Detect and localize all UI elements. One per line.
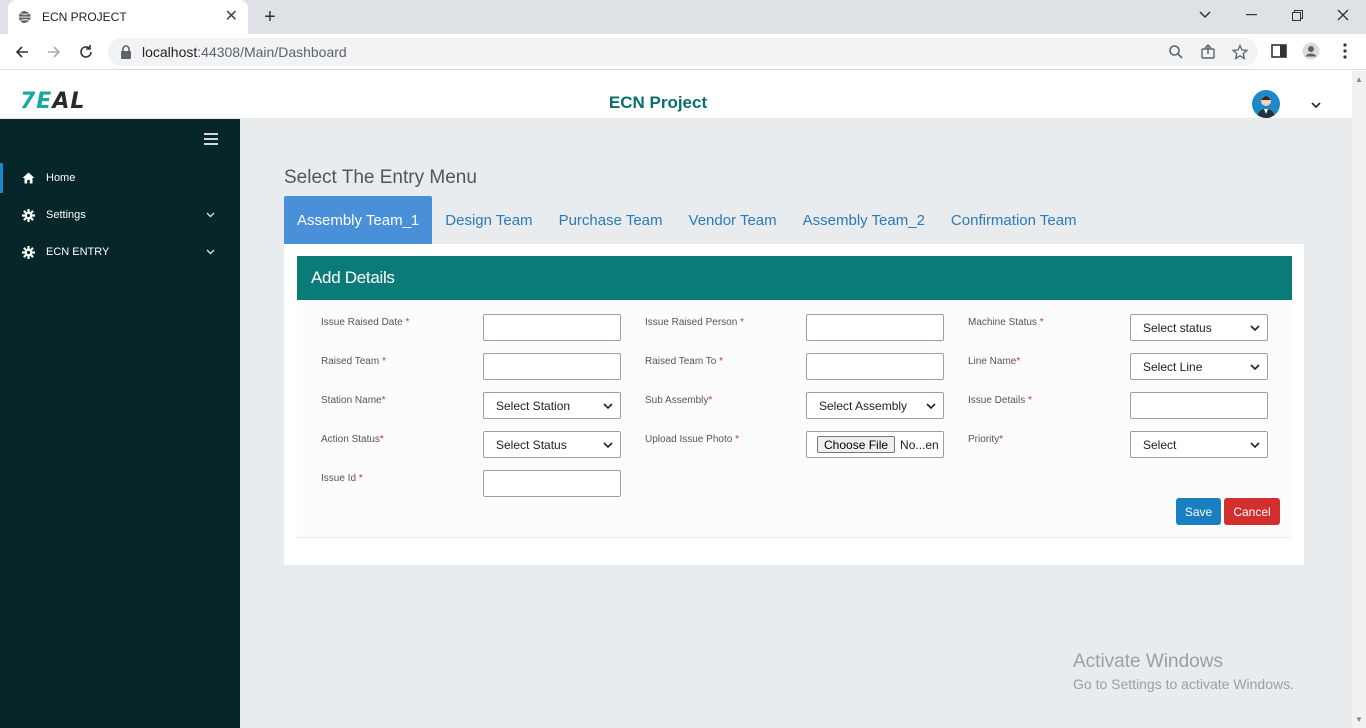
- chevron-down-icon: [1250, 442, 1260, 449]
- priority-label: Priority*: [968, 434, 1004, 445]
- issue-details-label: Issue Details *: [968, 395, 1032, 406]
- main-content: Select The Entry Menu Assembly Team_1 De…: [240, 119, 1352, 728]
- issue-id-label: Issue Id *: [321, 473, 363, 484]
- raised-team-input[interactable]: [483, 353, 621, 380]
- choose-file-button[interactable]: Choose File: [817, 436, 896, 453]
- activate-windows-watermark: Activate Windows Go to Settings to activ…: [1073, 651, 1294, 692]
- machine-status-label: Machine Status *: [968, 317, 1044, 328]
- scroll-up-arrow-icon[interactable]: ▲: [1355, 75, 1363, 84]
- upload-issue-photo-label: Upload Issue Photo *: [645, 434, 739, 445]
- station-name-label: Station Name*: [321, 395, 386, 406]
- chevron-down-icon: [926, 403, 936, 410]
- app-header: 7EAL ECN Project: [0, 71, 1352, 119]
- station-name-select[interactable]: Select Station: [483, 392, 621, 419]
- gear-icon: [22, 245, 35, 259]
- more-menu-icon[interactable]: [1336, 42, 1354, 60]
- card-title: Add Details: [297, 256, 1292, 300]
- app-title: ECN Project: [608, 93, 708, 112]
- profile-icon[interactable]: [1302, 42, 1320, 60]
- tab-purchase-team[interactable]: Purchase Team: [546, 196, 676, 244]
- tab-vendor-team[interactable]: Vendor Team: [676, 196, 790, 244]
- user-avatar[interactable]: [1252, 90, 1280, 118]
- browser-tab-strip: ECN PROJECT ✕ +: [0, 0, 1366, 34]
- file-name-text: No...en: [900, 437, 939, 452]
- issue-raised-date-label: Issue Raised Date *: [321, 317, 410, 328]
- raised-team-to-label: Raised Team To *: [645, 356, 724, 367]
- new-tab-button[interactable]: +: [258, 6, 282, 28]
- chevron-down-icon: [603, 403, 613, 410]
- gear-icon: [22, 208, 35, 222]
- save-button[interactable]: Save: [1176, 498, 1221, 525]
- side-panel-icon[interactable]: [1270, 42, 1288, 60]
- browser-tab-title: ECN PROJECT: [42, 10, 127, 24]
- chevron-down-icon: [1250, 325, 1260, 332]
- share-icon[interactable]: [1200, 44, 1216, 60]
- reload-icon[interactable]: [76, 42, 96, 62]
- sub-assembly-select[interactable]: Select Assembly: [806, 392, 944, 419]
- line-name-label: Line Name*: [968, 356, 1021, 367]
- home-icon: [22, 172, 35, 185]
- address-bar[interactable]: localhost:44308/Main/Dashboard: [108, 38, 1258, 66]
- hamburger-menu-icon[interactable]: [204, 133, 218, 145]
- zoom-icon[interactable]: [1168, 44, 1184, 60]
- url-host: localhost: [142, 44, 198, 60]
- sidebar-item-ecn-entry[interactable]: ECN ENTRY: [0, 237, 240, 267]
- sidebar-item-label: ECN ENTRY: [46, 246, 110, 258]
- sidebar-item-settings[interactable]: Settings: [0, 200, 240, 230]
- browser-tab[interactable]: ECN PROJECT ✕: [8, 0, 248, 34]
- forward-arrow-icon[interactable]: [44, 42, 64, 62]
- close-window-icon[interactable]: [1320, 0, 1366, 30]
- tab-assembly-team-1[interactable]: Assembly Team_1: [284, 196, 433, 244]
- add-details-card: Add Details Issue Raised Date * Issue Ra…: [284, 244, 1304, 565]
- tab-design-team[interactable]: Design Team: [432, 196, 545, 244]
- watermark-title: Activate Windows: [1073, 651, 1223, 672]
- priority-select[interactable]: Select: [1130, 431, 1268, 458]
- url-path: :44308/Main/Dashboard: [197, 44, 347, 60]
- globe-icon: [18, 10, 32, 24]
- tab-assembly-team-2[interactable]: Assembly Team_2: [790, 196, 938, 244]
- watermark-subtitle: Go to Settings to activate Windows.: [1073, 676, 1294, 692]
- chevron-down-icon: [206, 247, 215, 257]
- minimize-icon[interactable]: [1228, 0, 1274, 30]
- machine-status-select[interactable]: Select status: [1130, 314, 1268, 341]
- issue-raised-person-input[interactable]: [806, 314, 944, 341]
- chevron-down-icon: [206, 210, 215, 220]
- chevron-down-icon: [603, 442, 613, 449]
- back-arrow-icon[interactable]: [12, 42, 32, 62]
- page-scrollbar[interactable]: ▲ ▼: [1352, 71, 1366, 728]
- tab-search-chevron-icon[interactable]: [1182, 0, 1228, 30]
- browser-toolbar: localhost:44308/Main/Dashboard: [0, 34, 1366, 70]
- sidebar-item-label: Settings: [46, 209, 86, 221]
- cancel-button[interactable]: Cancel: [1224, 498, 1280, 525]
- lock-icon: [121, 45, 131, 59]
- restore-icon[interactable]: [1274, 0, 1320, 30]
- issue-raised-person-label: Issue Raised Person *: [645, 317, 744, 328]
- issue-details-input[interactable]: [1130, 392, 1268, 419]
- raised-team-label: Raised Team *: [321, 356, 386, 367]
- action-status-label: Action Status*: [321, 434, 384, 445]
- page-heading: Select The Entry Menu: [284, 167, 477, 188]
- sub-assembly-label: Sub Assembly*: [645, 395, 713, 406]
- scroll-down-arrow-icon[interactable]: ▼: [1355, 715, 1363, 724]
- line-name-select[interactable]: Select Line: [1130, 353, 1268, 380]
- raised-team-to-input[interactable]: [806, 353, 944, 380]
- sidebar-item-home[interactable]: Home: [0, 163, 240, 193]
- chevron-down-icon: [1250, 364, 1260, 371]
- action-status-select[interactable]: Select Status: [483, 431, 621, 458]
- sidebar-item-label: Home: [46, 172, 76, 184]
- tab-close-icon[interactable]: ✕: [225, 9, 238, 25]
- upload-issue-photo-input[interactable]: Choose File No...en: [806, 431, 944, 458]
- entry-tabs: Assembly Team_1 Design Team Purchase Tea…: [284, 196, 1090, 244]
- issue-id-input[interactable]: [483, 470, 621, 497]
- tab-confirmation-team[interactable]: Confirmation Team: [938, 196, 1090, 244]
- user-menu-chevron-icon[interactable]: [1311, 98, 1321, 112]
- sidebar: Home Settings ECN ENTRY: [0, 119, 240, 728]
- add-details-form: Issue Raised Date * Issue Raised Person …: [297, 300, 1292, 538]
- bookmark-star-icon[interactable]: [1232, 44, 1248, 60]
- issue-raised-date-input[interactable]: [483, 314, 621, 341]
